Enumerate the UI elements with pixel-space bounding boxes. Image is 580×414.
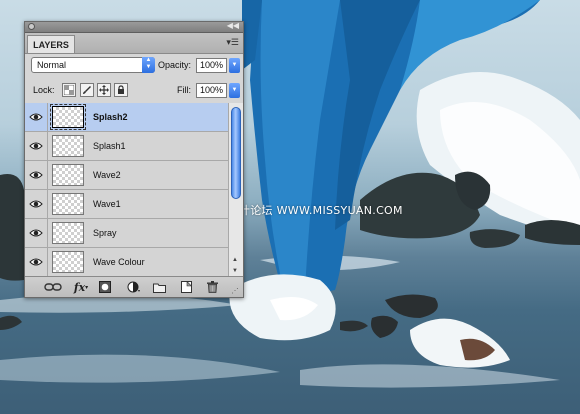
eye-visibility-icon[interactable] <box>25 219 48 247</box>
layer-thumbnail <box>50 104 86 130</box>
layer-row[interactable]: Spray <box>25 219 228 248</box>
eye-visibility-icon[interactable] <box>25 103 48 131</box>
fx-icon[interactable]: fx ▾ <box>71 280 91 294</box>
new-layer-icon[interactable] <box>179 281 193 293</box>
layer-thumbnail <box>52 164 84 186</box>
opacity-label: Opacity: <box>158 60 192 70</box>
blend-opacity-row: Normal ▲ ▼ Opacity: 100% ▼ <box>25 54 243 78</box>
lock-fill-row: Lock: Fill: 100% ▼ <box>25 78 243 105</box>
close-panel-icon[interactable] <box>28 23 35 30</box>
adjustment-layer-icon[interactable] <box>125 281 143 293</box>
layer-name: Splash1 <box>93 141 126 151</box>
resize-grip-icon[interactable]: ⋰ <box>230 285 240 297</box>
layer-thumbnail <box>52 193 84 215</box>
lock-transparency-icon[interactable] <box>62 83 76 97</box>
tab-layers[interactable]: LAYERS <box>27 35 75 53</box>
panel-titlebar[interactable]: ◀◀ <box>25 21 243 33</box>
layer-name: Wave Colour <box>93 257 145 267</box>
eye-visibility-icon[interactable] <box>25 161 48 189</box>
blend-mode-select[interactable]: Normal ▲ ▼ <box>31 57 155 73</box>
scroll-down-arrow-icon[interactable]: ▼ <box>232 268 238 274</box>
panel-tab-row: LAYERS ▾☰ <box>25 33 243 54</box>
layer-row[interactable]: Wave Colour <box>25 248 228 277</box>
eye-visibility-icon[interactable] <box>25 132 48 160</box>
layer-thumbnail <box>52 251 84 273</box>
collapse-panel-icon[interactable]: ◀◀ <box>227 21 239 31</box>
blend-mode-value: Normal <box>37 60 67 70</box>
layer-row[interactable]: Splash1 <box>25 132 228 161</box>
lock-all-padlock-icon[interactable] <box>114 83 128 97</box>
fx-label: fx <box>73 280 86 294</box>
layer-name: Wave1 <box>93 199 121 209</box>
trash-icon[interactable] <box>205 281 219 293</box>
layer-mask-icon[interactable] <box>98 281 112 293</box>
fill-label: Fill: <box>177 85 191 95</box>
layer-name: Splash2 <box>93 112 128 122</box>
lock-position-move-icon[interactable] <box>97 83 111 97</box>
eye-visibility-icon[interactable] <box>25 248 48 276</box>
blend-mode-arrows-icon[interactable]: ▲ ▼ <box>142 57 155 73</box>
link-layers-icon[interactable] <box>43 281 63 293</box>
layers-panel: ◀◀ LAYERS ▾☰ Normal ▲ ▼ Opacity: 100% ▼ L… <box>24 21 244 298</box>
scrollbar-thumb[interactable] <box>231 107 241 199</box>
layer-thumbnail <box>52 135 84 157</box>
opacity-input[interactable]: 100% <box>196 58 227 73</box>
layer-name: Wave2 <box>93 170 121 180</box>
layer-name: Spray <box>93 228 117 238</box>
lock-pixels-brush-icon[interactable] <box>80 83 94 97</box>
layers-scrollbar[interactable]: ▲ ▼ <box>228 103 243 277</box>
opacity-dropdown-icon[interactable]: ▼ <box>229 58 240 73</box>
layer-row[interactable]: Wave2 <box>25 161 228 190</box>
layer-row[interactable]: Splash2 <box>25 103 228 132</box>
fill-dropdown-icon[interactable]: ▼ <box>229 83 240 98</box>
eye-visibility-icon[interactable] <box>25 190 48 218</box>
layers-list: Splash2 Splash1 Wave2 Wave1 Spray Wave C… <box>25 103 228 277</box>
lock-label: Lock: <box>33 85 55 95</box>
layer-row[interactable]: Wave1 <box>25 190 228 219</box>
panel-menu-icon[interactable]: ▾☰ <box>226 38 239 47</box>
fill-input[interactable]: 100% <box>196 83 227 98</box>
new-group-icon[interactable] <box>152 281 166 293</box>
layer-thumbnail <box>52 222 84 244</box>
scroll-up-arrow-icon[interactable]: ▲ <box>232 257 238 263</box>
panel-footer-toolbar: fx ▾ ⋰ <box>25 276 243 297</box>
